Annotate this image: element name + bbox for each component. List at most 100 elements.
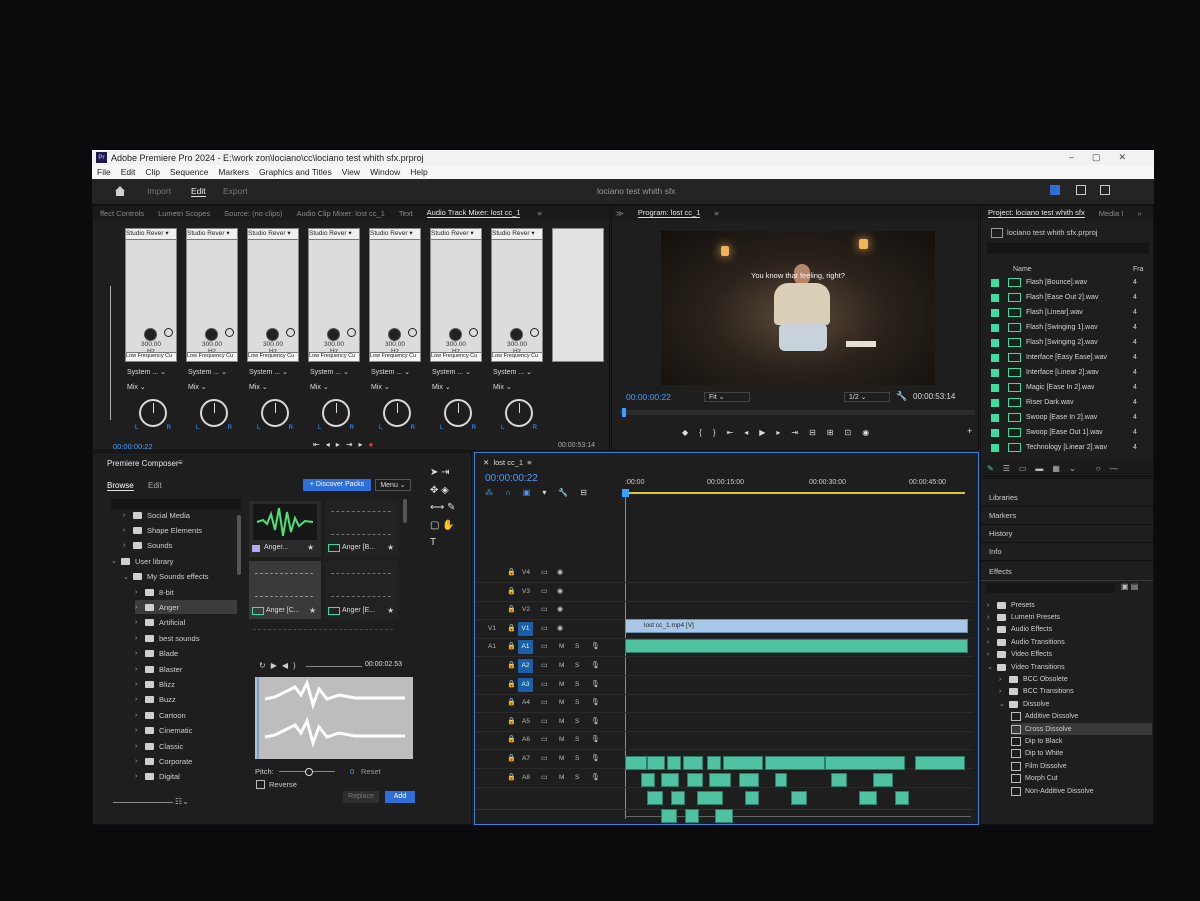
audio-track[interactable]: 🔒 A5 ▭ M S 🎙 — [475, 714, 973, 732]
window-controls[interactable]: –▢✕ — [1069, 152, 1144, 163]
pitch-slider-handle[interactable] — [305, 768, 313, 776]
effect-dropdown[interactable]: Studio Rever ▾ — [309, 229, 359, 240]
wrench-icon[interactable]: 🔧 — [896, 391, 907, 402]
pitch-value[interactable]: 0 — [350, 767, 354, 776]
microphone-icon[interactable]: 🎙 — [591, 717, 600, 725]
info-panel[interactable]: Info — [981, 543, 1153, 561]
fx-bypass-icon[interactable] — [530, 328, 539, 337]
favorite-star-icon[interactable]: ★ — [387, 606, 394, 615]
composer-folder[interactable]: › Blaster — [135, 662, 237, 676]
history-panel[interactable]: History — [981, 525, 1153, 543]
mute-button[interactable]: M — [559, 755, 564, 762]
pan-knob[interactable] — [444, 399, 472, 427]
column-name[interactable]: Name — [1013, 266, 1032, 273]
composer-folder[interactable]: ⌄ My Sounds effects — [123, 570, 237, 584]
effect-item[interactable]: Additive Dissolve — [1011, 711, 1152, 723]
audio-clip[interactable] — [895, 791, 909, 805]
share-icon[interactable] — [1076, 185, 1086, 195]
solo-button[interactable]: S — [575, 681, 579, 688]
eye-icon[interactable]: ◉ — [557, 568, 563, 576]
automation-dropdown[interactable]: Mix ⌄ — [432, 383, 451, 391]
project-item[interactable]: Technology [Linear 2].wav 4 — [981, 440, 1153, 455]
effect-knob[interactable] — [388, 328, 401, 341]
program-playhead[interactable] — [622, 408, 626, 417]
effect-item[interactable]: Cross Dissolve — [1011, 723, 1152, 735]
project-item[interactable]: Riser Dark.wav 4 — [981, 395, 1153, 410]
microphone-icon[interactable]: 🎙 — [591, 642, 600, 650]
microphone-icon[interactable]: 🎙 — [591, 680, 600, 688]
chevron-down-icon[interactable]: ⌄ — [999, 700, 1009, 708]
work-area-bar[interactable] — [625, 492, 965, 494]
low-frequency-label[interactable]: Low Frequency Cu — [126, 352, 176, 361]
tree-scrollbar[interactable] — [237, 515, 241, 575]
resolution-dropdown[interactable]: 1/2 ⌄ — [844, 392, 890, 402]
home-icon[interactable] — [114, 185, 126, 196]
track-target[interactable]: A3 — [518, 677, 533, 692]
microphone-icon[interactable]: 🎙 — [591, 735, 600, 743]
fx-bypass-icon[interactable] — [469, 328, 478, 337]
program-video-frame[interactable]: You know that feeling, right? — [661, 231, 935, 385]
mixer-channel-strip[interactable]: Studio Rever ▾300.00HzLow Frequency Cu — [369, 228, 421, 362]
audio-clip[interactable] — [707, 756, 721, 770]
composer-folder[interactable]: › Cartoon — [135, 708, 237, 722]
chevron-right-icon[interactable]: › — [999, 688, 1009, 695]
microphone-icon[interactable]: 🎙 — [591, 754, 600, 762]
chevron-right-icon[interactable]: › — [987, 602, 997, 609]
audio-clip[interactable] — [715, 809, 733, 823]
audio-clip[interactable] — [667, 756, 681, 770]
timeline-toolbar[interactable]: ⁂∩▣▾🔧⊟ — [485, 488, 599, 497]
chevron-right-icon[interactable]: › — [135, 773, 145, 780]
audio-clip[interactable] — [709, 773, 731, 787]
audio-clip[interactable] — [859, 791, 877, 805]
lock-icon[interactable]: 🔒 — [507, 661, 516, 669]
chevron-right-icon[interactable]: › — [135, 696, 145, 703]
menu-graphics[interactable]: Graphics and Titles — [259, 167, 332, 177]
lock-icon[interactable]: 🔒 — [507, 605, 516, 613]
chevron-right-icon[interactable]: › — [135, 666, 145, 673]
sync-lock-icon[interactable]: ▭ — [541, 698, 548, 706]
composer-tab-edit[interactable]: Edit — [148, 481, 162, 490]
automation-dropdown[interactable]: Mix ⌄ — [249, 383, 268, 391]
chevron-right-icon[interactable]: › — [135, 650, 145, 657]
thumbs-scrollbar[interactable] — [403, 499, 407, 523]
chevron-right-icon[interactable]: › — [123, 527, 133, 534]
chevron-down-icon[interactable]: ⌄ — [111, 557, 121, 565]
effect-folder[interactable]: › Lumetri Presets — [987, 611, 1152, 623]
effects-filter-icons[interactable]: ▣ ▤ — [1121, 582, 1138, 591]
preview-progress[interactable] — [306, 666, 362, 667]
lock-icon[interactable]: 🔒 — [507, 754, 516, 762]
mixer-channel-strip[interactable]: Studio Rever ▾300.00HzLow Frequency Cu — [430, 228, 482, 362]
project-item[interactable]: Swoop [Ease Out 1].wav 4 — [981, 425, 1153, 440]
tool-icons[interactable]: ➤ ⇥ ✥ ◈ ⟷ ✎ ▢ ✋ T — [430, 464, 470, 552]
audio-clip[interactable] — [687, 773, 703, 787]
project-item[interactable]: Flash [Swinging 1].wav 4 — [981, 320, 1153, 335]
replace-button[interactable]: Replace — [343, 791, 379, 803]
pan-knob[interactable] — [505, 399, 533, 427]
sync-lock-icon[interactable]: ▭ — [541, 717, 548, 725]
low-frequency-label[interactable]: Low Frequency Cu — [309, 352, 359, 361]
reverse-checkbox[interactable] — [256, 780, 265, 789]
chevron-right-icon[interactable]: › — [987, 639, 997, 646]
program-timecode[interactable]: 00:00:00:22 — [626, 392, 671, 402]
menu-window[interactable]: Window — [370, 167, 400, 177]
output-dropdown[interactable]: System ... ⌄ — [371, 368, 410, 376]
chevron-right-icon[interactable]: › — [135, 743, 145, 750]
video-track[interactable]: 🔒 V3 ▭ ◉ — [475, 584, 973, 602]
label-color-swatch[interactable] — [991, 353, 999, 362]
solo-button[interactable]: S — [575, 736, 579, 743]
output-dropdown[interactable]: System ... ⌄ — [310, 368, 349, 376]
solo-button[interactable]: S — [575, 718, 579, 725]
fit-dropdown[interactable]: Fit ⌄ — [704, 392, 750, 402]
composer-folder[interactable]: › Cinematic — [135, 724, 237, 738]
effect-knob[interactable] — [205, 328, 218, 341]
sync-lock-icon[interactable]: ▭ — [541, 624, 548, 632]
automation-dropdown[interactable]: Mix ⌄ — [493, 383, 512, 391]
workspace-edit[interactable]: Edit — [191, 186, 206, 197]
effect-folder[interactable]: ⌄ Video Transitions — [987, 661, 1152, 673]
sync-lock-icon[interactable]: ▭ — [541, 735, 548, 743]
sound-thumb-4[interactable]: Anger [E... ★ — [325, 561, 399, 619]
timeline-playhead-handle[interactable] — [622, 489, 629, 497]
fx-bypass-icon[interactable] — [347, 328, 356, 337]
zoom-slider[interactable] — [113, 802, 173, 803]
chevron-down-icon[interactable]: ⌄ — [123, 573, 133, 581]
